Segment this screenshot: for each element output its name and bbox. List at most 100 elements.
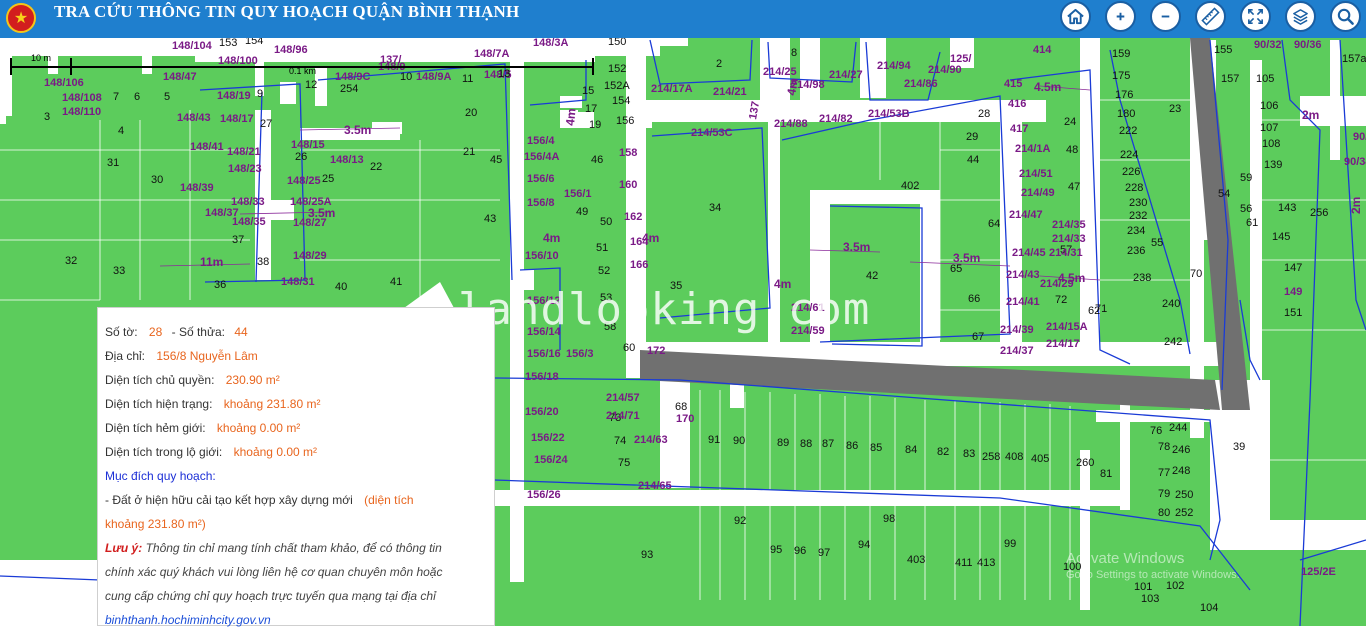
lot-number: 91 bbox=[708, 434, 720, 446]
lot-number: 157a bbox=[1342, 53, 1366, 65]
lot-number: 214/35 bbox=[1052, 219, 1086, 231]
lot-number: 240 bbox=[1162, 298, 1180, 310]
road-width-label: 4m bbox=[543, 231, 560, 245]
lot-number: 4 bbox=[118, 125, 124, 137]
lot-number: 148/43 bbox=[177, 112, 211, 124]
road-width-label: 2m bbox=[1302, 108, 1319, 122]
lot-number: 79 bbox=[1158, 488, 1170, 500]
lot-number: 5 bbox=[164, 91, 170, 103]
zoom-out-button[interactable] bbox=[1150, 1, 1181, 32]
lot-number: 148/104 bbox=[172, 40, 213, 52]
lot-number: 156/16 bbox=[527, 348, 561, 360]
lot-number: 156/26 bbox=[527, 489, 561, 501]
road-width-label: 3.5m bbox=[344, 123, 371, 137]
lot-number: 64 bbox=[988, 218, 1000, 230]
road-width-label: 4.5m bbox=[1058, 271, 1085, 285]
lot-number: 147 bbox=[1284, 262, 1302, 274]
lot-number: 90/34 bbox=[1344, 156, 1366, 168]
road-width-label: 4m bbox=[563, 108, 578, 126]
lot-number: 214/53C bbox=[691, 127, 733, 139]
lot-number: 415 bbox=[1004, 78, 1022, 90]
lot-number: 232 bbox=[1129, 210, 1147, 222]
planning-website-link[interactable]: binhthanh.hochiminhcity.gov.vn bbox=[105, 608, 494, 632]
lot-number: 94 bbox=[858, 539, 870, 551]
lot-number: 32 bbox=[65, 255, 77, 267]
lot-number: 143 bbox=[1278, 202, 1296, 214]
lot-number: 152 bbox=[608, 63, 626, 75]
search-button[interactable] bbox=[1330, 1, 1361, 32]
lot-number: 149 bbox=[1284, 286, 1302, 298]
owned-area-row: Diện tích chủ quyền: 230.90 m² bbox=[105, 368, 494, 392]
lot-number: 26 bbox=[295, 151, 307, 163]
lot-number: 20 bbox=[465, 107, 477, 119]
lot-number: 214/1A bbox=[1015, 143, 1051, 155]
lot-number: 90/36 bbox=[1294, 39, 1322, 51]
lot-number: 30 bbox=[151, 174, 163, 186]
lot-number: 246 bbox=[1172, 444, 1190, 456]
lot-number: 214/39 bbox=[1000, 324, 1034, 336]
lot-number: 156/3 bbox=[566, 348, 594, 360]
note-label: Lưu ý: bbox=[105, 541, 143, 555]
lot-number: 22 bbox=[370, 161, 382, 173]
lot-number: 157 bbox=[1221, 73, 1239, 85]
lot-number: 90/32 bbox=[1254, 39, 1282, 51]
lot-number: 34 bbox=[709, 202, 721, 214]
home-button[interactable] bbox=[1060, 1, 1091, 32]
lot-number: 214/86 bbox=[904, 78, 938, 90]
measure-button[interactable] bbox=[1195, 1, 1226, 32]
lot-number: 80 bbox=[1158, 507, 1170, 519]
lot-number: 238 bbox=[1133, 272, 1151, 284]
sheet-label: Số tờ: bbox=[105, 325, 138, 339]
road-width-label: 4.5m bbox=[1034, 80, 1061, 94]
lot-number: 214/17 bbox=[1046, 338, 1080, 350]
layers-button[interactable] bbox=[1285, 1, 1316, 32]
parcel-value: 44 bbox=[234, 325, 248, 339]
lot-number: 24 bbox=[1064, 116, 1076, 128]
road-width-label: 3.5m bbox=[308, 206, 335, 220]
lot-number: 214/63 bbox=[634, 434, 668, 446]
lot-number: 230 bbox=[1129, 197, 1147, 209]
lot-number: 28 bbox=[978, 108, 990, 120]
address-label: Địa chỉ: bbox=[105, 349, 146, 363]
note-row-1: Lưu ý: Thông tin chỉ mang tính chất tham… bbox=[105, 536, 494, 560]
lot-number: 31 bbox=[107, 157, 119, 169]
lot-number: 214/45 bbox=[1012, 247, 1046, 259]
lot-number: 74 bbox=[614, 435, 626, 447]
lot-number: 87 bbox=[822, 438, 834, 450]
zoom-in-button[interactable] bbox=[1105, 1, 1136, 32]
lot-number: 214/27 bbox=[829, 69, 863, 81]
road-width-label: 2m bbox=[1349, 197, 1363, 214]
lot-number: 411 bbox=[955, 557, 973, 569]
lot-number: 148/110 bbox=[62, 106, 101, 118]
lot-number: 148/31 bbox=[281, 276, 315, 288]
fullscreen-button[interactable] bbox=[1240, 1, 1271, 32]
lot-number: 151 bbox=[1284, 307, 1302, 319]
lot-number: 148/25 bbox=[287, 175, 321, 187]
lot-number: 160 bbox=[619, 179, 637, 191]
lot-number: 176 bbox=[1115, 89, 1133, 101]
lot-number: 55 bbox=[1151, 237, 1163, 249]
lot-number: 37 bbox=[232, 234, 244, 246]
lot-number: 95 bbox=[770, 544, 782, 556]
lot-number: 236 bbox=[1127, 245, 1145, 257]
app-header: ★ TRA CỨU THÔNG TIN QUY HOẠCH QUẬN BÌNH … bbox=[0, 0, 1366, 38]
lot-number: 214/37 bbox=[1000, 345, 1034, 357]
home-icon bbox=[1067, 8, 1084, 25]
lot-number: 68 bbox=[675, 401, 687, 413]
lot-number: 250 bbox=[1175, 489, 1193, 501]
lot-number: 158 bbox=[619, 147, 637, 159]
planning-purpose-area-1: (diện tích bbox=[364, 493, 414, 507]
lot-number: 148/13 bbox=[330, 154, 364, 166]
lot-number: 214/25 bbox=[763, 66, 797, 78]
lot-number: 70 bbox=[1190, 268, 1202, 280]
lot-number: 416 bbox=[1008, 98, 1026, 110]
lot-number: 214/57 bbox=[606, 392, 640, 404]
lot-number: 83 bbox=[963, 448, 975, 460]
sheet-value: 28 bbox=[148, 325, 163, 339]
lot-number: 170 bbox=[676, 413, 694, 425]
lot-number: 19 bbox=[589, 119, 601, 131]
lot-number: 175 bbox=[1112, 70, 1130, 82]
lot-number: 224 bbox=[1120, 149, 1138, 161]
lot-number: 86 bbox=[846, 440, 858, 452]
lot-number: 242 bbox=[1164, 336, 1182, 348]
